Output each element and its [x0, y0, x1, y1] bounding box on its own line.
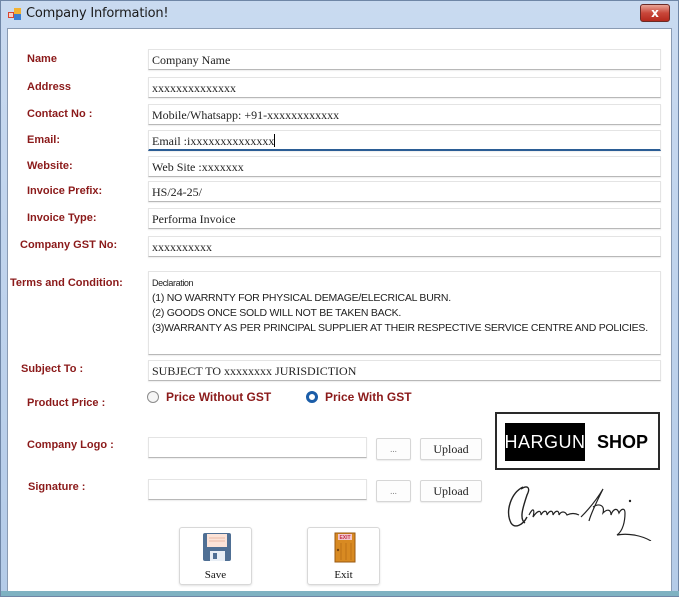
logo-light-text: SHOP: [597, 431, 649, 452]
contact-label: Contact No :: [27, 108, 93, 120]
window-bottom-border: [1, 591, 679, 596]
title-bar[interactable]: Company Information! x: [1, 1, 678, 27]
company-logo-browse-button[interactable]: ...: [376, 438, 411, 460]
subject-to-label: Subject To :: [21, 363, 84, 375]
exit-door-icon: EXIT: [334, 532, 356, 563]
terms-line: (2) GOODS ONCE SOLD WILL NOT BE TAKEN BA…: [152, 307, 402, 319]
close-button[interactable]: x: [640, 4, 670, 22]
terms-label: Terms and Condition:: [10, 277, 123, 289]
terms-line: Declaration: [152, 278, 194, 288]
contact-input[interactable]: Mobile/Whatsapp: +91-xxxxxxxxxxxx: [148, 104, 661, 125]
browse-ellipsis: ...: [390, 444, 397, 454]
address-label: Address: [27, 81, 72, 93]
exit-label: Exit: [334, 569, 353, 581]
name-input[interactable]: Company Name: [148, 49, 661, 70]
price-without-gst-label: Price Without GST: [166, 390, 272, 404]
terms-textarea[interactable]: Declaration (1) NO WARRNTY FOR PHYSICAL …: [148, 271, 661, 355]
email-input[interactable]: Email :ixxxxxxxxxxxxxx: [148, 130, 661, 151]
text-caret: [274, 134, 276, 147]
save-label: Save: [204, 569, 227, 581]
company-information-window: Company Information! x Name Company Name…: [0, 0, 679, 597]
gst-no-input[interactable]: xxxxxxxxxx: [148, 236, 661, 257]
signature-image: [507, 486, 652, 541]
product-price-label: Product Price :: [27, 397, 106, 409]
save-button[interactable]: Save: [179, 527, 252, 585]
signature-path-input[interactable]: [148, 479, 367, 500]
floppy-disk-icon: [203, 533, 231, 561]
address-input[interactable]: xxxxxxxxxxxxxx: [148, 77, 661, 98]
invoice-prefix-label: Invoice Prefix:: [27, 185, 103, 197]
email-value: Email :ixxxxxxxxxxxxxx: [152, 134, 275, 148]
invoice-type-input[interactable]: Performa Invoice: [148, 208, 661, 229]
company-logo-label: Company Logo :: [27, 439, 114, 451]
price-with-gst-radio[interactable]: Price With GST: [306, 390, 412, 404]
signature-upload-button[interactable]: Upload: [420, 480, 482, 502]
price-without-gst-radio[interactable]: Price Without GST: [147, 390, 271, 404]
terms-line: (1) NO WARRNTY FOR PHYSICAL DEMAGE/ELECR…: [152, 292, 451, 304]
price-with-gst-label: Price With GST: [325, 390, 412, 404]
invoice-prefix-input[interactable]: HS/24-25/: [148, 181, 661, 202]
browse-ellipsis: ...: [390, 486, 397, 496]
terms-line: (3)WARRANTY AS PER PRINCIPAL SUPPLIER AT…: [152, 322, 648, 334]
invoice-type-label: Invoice Type:: [27, 212, 97, 224]
website-input[interactable]: Web Site :xxxxxxx: [148, 156, 661, 177]
company-logo-upload-button[interactable]: Upload: [420, 438, 482, 460]
logo-dark-text: HARGUN: [505, 423, 585, 461]
subject-to-input[interactable]: SUBJECT TO xxxxxxxx JURISDICTION: [148, 360, 661, 381]
company-logo-preview: HARGUN SHOP: [495, 412, 660, 470]
company-logo-path-input[interactable]: [148, 437, 367, 458]
exit-button[interactable]: EXIT Exit: [307, 527, 380, 585]
signature-browse-button[interactable]: ...: [376, 480, 411, 502]
window-title: Company Information!: [26, 6, 169, 21]
close-icon: x: [651, 6, 659, 20]
radio-unchecked-icon: [147, 391, 159, 403]
email-label: Email:: [27, 134, 61, 146]
website-label: Website:: [27, 160, 73, 172]
exit-sign-text: EXIT: [339, 535, 350, 541]
signature-label: Signature :: [28, 481, 86, 493]
gst-no-label: Company GST No:: [20, 239, 118, 251]
radio-checked-icon: [306, 391, 318, 403]
name-label: Name: [27, 53, 57, 65]
app-window-icon: [8, 8, 21, 20]
